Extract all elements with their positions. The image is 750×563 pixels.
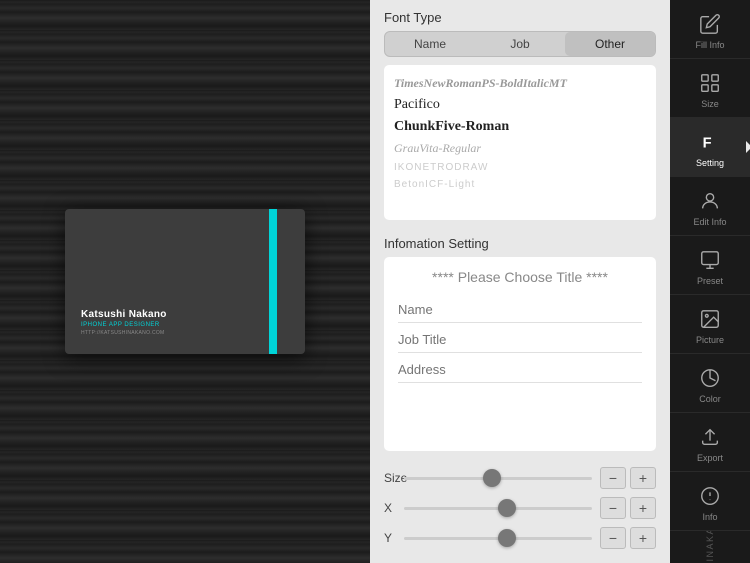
name-input[interactable] [398,297,642,323]
y-slider[interactable] [404,528,592,548]
vertical-brand-text: KATSUSHINAKANO.COM [705,531,715,563]
svg-text:F: F [703,136,712,152]
size-controls: − + [600,467,656,489]
middle-panel: Font Type Name Job Other TimesNewRomanPS… [370,0,670,563]
info-setting-header: Infomation Setting [370,230,670,257]
info-label: Info [702,512,717,522]
size-label: Size [384,471,404,485]
right-item-setting[interactable]: F Setting [670,118,750,177]
x-plus-button[interactable]: + [630,497,656,519]
info-placeholder: **** Please Choose Title **** [398,269,642,285]
color-icon [696,364,724,392]
preset-label: Preset [697,276,723,286]
y-minus-button[interactable]: − [600,527,626,549]
right-item-fill-info[interactable]: Fill Info [670,0,750,59]
info-icon [696,482,724,510]
picture-icon [696,305,724,333]
font-item-times[interactable]: TimesNewRomanPS-BoldItalicMT [394,73,646,94]
size-slider[interactable] [404,468,592,488]
resize-icon [696,69,724,97]
info-box: **** Please Choose Title **** [384,257,656,451]
font-item-beton[interactable]: BetonICF-Light [394,176,646,193]
font-item-pacifico[interactable]: Pacifico [394,94,646,116]
x-slider-row: X − + [384,497,656,519]
tab-other[interactable]: Other [565,32,655,56]
font-item-ikon[interactable]: IKONETRODRAW [394,159,646,176]
business-card: Katsushi Nakano iPhone App Designer HTTP… [65,209,305,354]
x-label: X [384,501,404,515]
fill-info-label: Fill Info [695,40,724,50]
export-icon [696,423,724,451]
card-name: Katsushi Nakano [81,309,167,320]
font-item-chunk[interactable]: ChunkFive-Roman [394,116,646,138]
size-plus-button[interactable]: + [630,467,656,489]
right-item-info[interactable]: Info [670,472,750,531]
card-accent-bar [269,209,277,354]
right-item-picture[interactable]: Picture [670,295,750,354]
font-type-tabs: Name Job Other [384,31,656,57]
address-input[interactable] [398,357,642,383]
x-slider[interactable] [404,498,592,518]
card-url: HTTP://KATSUSHINAKANO.COM [81,330,167,336]
right-item-color[interactable]: Color [670,354,750,413]
tab-name[interactable]: Name [385,32,475,56]
y-label: Y [384,531,404,545]
size-slider-row: Size − + [384,467,656,489]
size-minus-button[interactable]: − [600,467,626,489]
picture-label: Picture [696,335,724,345]
right-item-size[interactable]: Size [670,59,750,118]
y-slider-row: Y − + [384,527,656,549]
tab-job[interactable]: Job [475,32,565,56]
sliders-section: Size − + X − + [370,461,670,563]
setting-icon: F [696,128,724,156]
x-minus-button[interactable]: − [600,497,626,519]
y-plus-button[interactable]: + [630,527,656,549]
edit-info-label: Edit Info [693,217,726,227]
vertical-text-container: KATSUSHINAKANO.COM [705,531,715,563]
right-item-preset[interactable]: Preset [670,236,750,295]
card-content: Katsushi Nakano iPhone App Designer HTTP… [81,309,167,336]
right-item-export[interactable]: Export [670,413,750,472]
export-label: Export [697,453,723,463]
x-controls: − + [600,497,656,519]
jobtitle-input[interactable] [398,327,642,353]
card-job-title: iPhone App Designer [81,322,167,328]
font-item-grad[interactable]: GrauVita-Regular [394,138,646,159]
right-panel: Fill Info Size F Setting Edit Info Prese… [670,0,750,563]
setting-label: Setting [696,158,724,168]
y-controls: − + [600,527,656,549]
font-type-header: Font Type [370,0,670,31]
canvas-area: Katsushi Nakano iPhone App Designer HTTP… [0,0,370,563]
size-tool-label: Size [701,99,719,109]
editinfo-icon [696,187,724,215]
preset-icon [696,246,724,274]
edit-icon [696,10,724,38]
font-list: TimesNewRomanPS-BoldItalicMT Pacifico Ch… [384,65,656,220]
color-label: Color [699,394,721,404]
right-item-edit-info[interactable]: Edit Info [670,177,750,236]
